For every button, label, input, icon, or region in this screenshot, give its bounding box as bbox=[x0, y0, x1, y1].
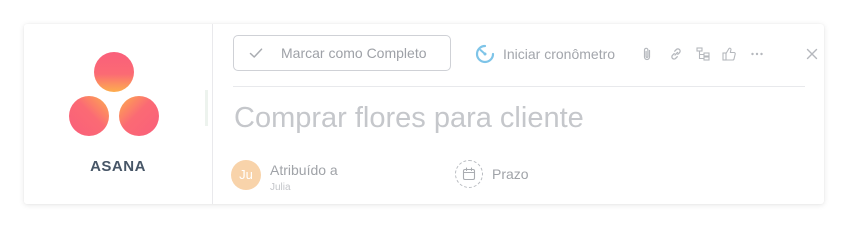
panel-edge bbox=[205, 90, 208, 126]
due-date-field[interactable]: Prazo bbox=[455, 160, 529, 188]
assignee-field[interactable]: Ju Atribuído a Julia bbox=[231, 158, 431, 198]
start-timer-label: Iniciar cronômetro bbox=[503, 46, 616, 62]
timer-icon bbox=[475, 44, 495, 64]
calendar-icon-circle bbox=[455, 160, 483, 188]
check-icon bbox=[249, 48, 263, 58]
mark-complete-label: Marcar como Completo bbox=[281, 45, 427, 61]
brand-name: ASANA bbox=[90, 158, 146, 175]
due-date-label: Prazo bbox=[492, 166, 529, 182]
paperclip-icon[interactable] bbox=[639, 46, 655, 62]
toolbar-divider bbox=[233, 86, 805, 87]
task-title[interactable]: Comprar flores para cliente bbox=[234, 102, 584, 135]
task-card: ASANA Marcar como Completo Iniciar cronô… bbox=[24, 24, 824, 204]
start-timer-button[interactable]: Iniciar cronômetro bbox=[475, 44, 615, 64]
link-icon[interactable] bbox=[668, 46, 684, 62]
more-icon[interactable] bbox=[749, 46, 765, 62]
thumbs-up-icon[interactable] bbox=[721, 46, 737, 62]
asana-logo bbox=[69, 52, 159, 136]
assignee-label: Atribuído a bbox=[270, 162, 338, 178]
assignee-name: Julia bbox=[270, 182, 291, 193]
avatar: Ju bbox=[231, 160, 261, 190]
subtask-icon[interactable] bbox=[695, 46, 711, 62]
close-icon[interactable] bbox=[804, 46, 820, 62]
task-details: Marcar como Completo Iniciar cronômetro bbox=[213, 24, 824, 204]
calendar-icon bbox=[462, 167, 476, 181]
mark-complete-button[interactable]: Marcar como Completo bbox=[233, 35, 451, 71]
brand-panel: ASANA bbox=[24, 24, 212, 204]
